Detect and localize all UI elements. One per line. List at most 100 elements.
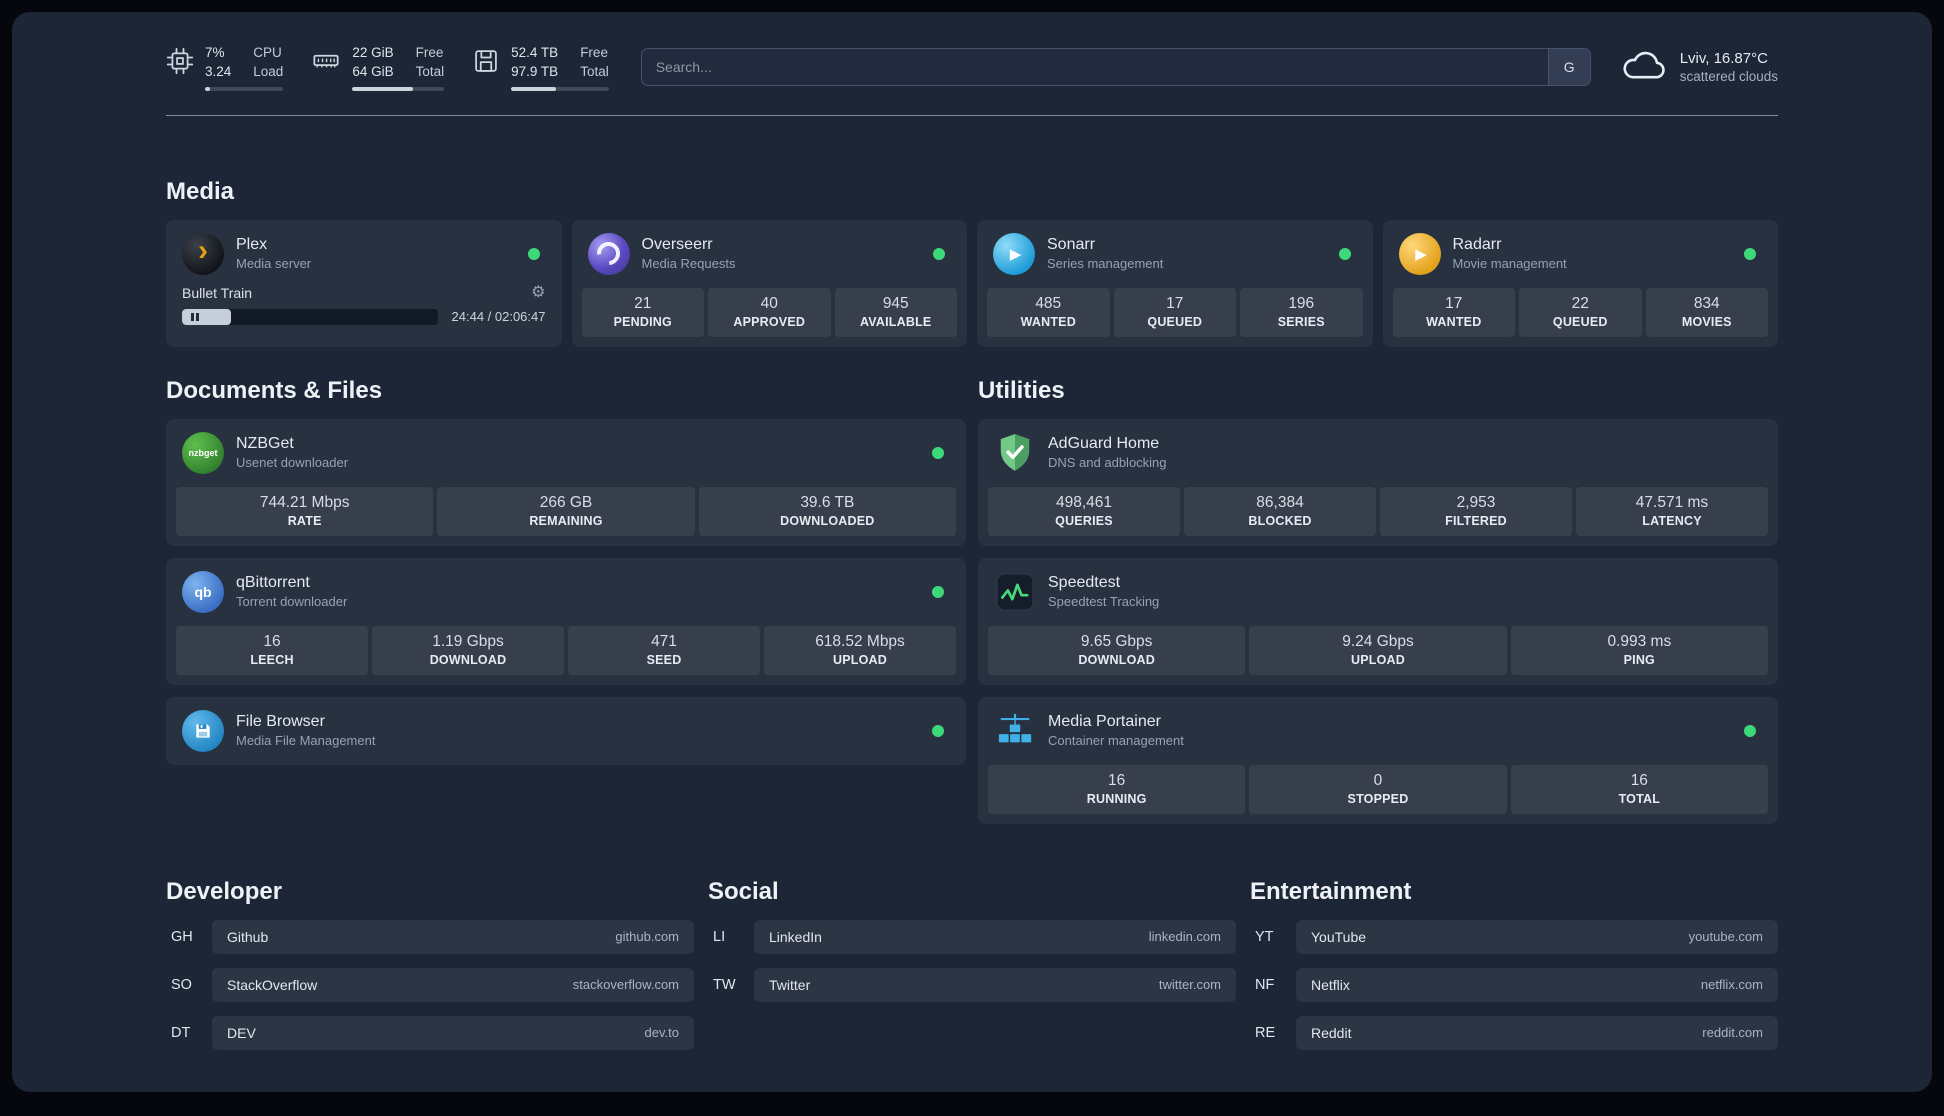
bookmark-twitter[interactable]: TW Twitter twitter.com bbox=[708, 967, 1236, 1002]
service-link-plex[interactable]: › Plex Media server bbox=[176, 230, 552, 278]
service-name: qBittorrent bbox=[236, 574, 310, 592]
service-info: Radarr Movie management bbox=[1453, 236, 1567, 271]
service-desc: Usenet downloader bbox=[236, 455, 349, 471]
search-box: G bbox=[640, 48, 1591, 87]
stat-value: 485 bbox=[1035, 294, 1062, 312]
stat-value: 0.993 ms bbox=[1607, 632, 1672, 650]
service-link-speedtest[interactable]: Speedtest Speedtest Tracking bbox=[988, 568, 1768, 616]
stat-label: PENDING bbox=[613, 314, 672, 329]
stat-upload: 9.24 Gbps UPLOAD bbox=[1249, 625, 1507, 675]
service-link-nzbget[interactable]: nzbget NZBGet Usenet downloader bbox=[176, 429, 956, 477]
memory-total: 64 GiB bbox=[352, 63, 394, 79]
stat-queued: 22 QUEUED bbox=[1519, 287, 1642, 337]
cpu-label: CPU bbox=[253, 45, 282, 60]
bookmark-dev[interactable]: DT DEV dev.to bbox=[166, 1015, 694, 1050]
bookmark-abbr: RE bbox=[1255, 1024, 1276, 1041]
service-card-filebrowser: File Browser Media File Management bbox=[166, 696, 966, 765]
stat-label: RUNNING bbox=[1086, 791, 1147, 806]
bookmark-abbr: NF bbox=[1255, 976, 1275, 993]
service-card-plex: › Plex Media server Bullet Train ⚙ 24:44… bbox=[166, 219, 562, 347]
service-name: Overseerr bbox=[641, 236, 713, 254]
search-provider-button[interactable]: G bbox=[1547, 49, 1590, 86]
stat-total: 16 TOTAL bbox=[1510, 764, 1768, 814]
bookmark-url: stackoverflow.com bbox=[572, 977, 679, 993]
bookmark-youtube[interactable]: YT YouTube youtube.com bbox=[1250, 919, 1778, 954]
overseerr-icon bbox=[587, 232, 630, 275]
utilities-cards: AdGuard Home DNS and adblocking 498,461 … bbox=[978, 418, 1778, 824]
stats-row: 17 WANTED 22 QUEUED 834 MOVIES bbox=[1392, 287, 1768, 337]
bookmark-stackoverflow[interactable]: SO StackOverflow stackoverflow.com bbox=[166, 967, 694, 1002]
bookmark-linkedin[interactable]: LI LinkedIn linkedin.com bbox=[708, 919, 1236, 954]
bookmark-github[interactable]: GH Github github.com bbox=[166, 919, 694, 954]
stat-series: 196 SERIES bbox=[1240, 287, 1363, 337]
section-documents: Documents & Files nzbget NZBGet Usenet d… bbox=[166, 377, 966, 765]
service-link-sonarr[interactable]: ▶ Sonarr Series management bbox=[987, 230, 1363, 278]
bookmark-url: netflix.com bbox=[1700, 977, 1763, 993]
stat-value: 47.571 ms bbox=[1635, 493, 1709, 511]
service-info: Overseerr Media Requests bbox=[642, 236, 736, 271]
bookmark-reddit[interactable]: RE Reddit reddit.com bbox=[1250, 1015, 1778, 1050]
stat-label: SERIES bbox=[1277, 314, 1325, 329]
stat-value: 16 bbox=[1108, 771, 1126, 789]
playback-progress-fill bbox=[182, 308, 231, 325]
bookmark-name: Netflix bbox=[1311, 976, 1350, 993]
service-info: Speedtest Speedtest Tracking bbox=[1048, 574, 1159, 609]
stat-filtered: 2,953 FILTERED bbox=[1380, 486, 1572, 536]
bookmark-abbr: SO bbox=[171, 976, 192, 993]
stats-row: 21 PENDING 40 APPROVED 945 AVAILABLE bbox=[581, 287, 957, 337]
stat-leech: 16 LEECH bbox=[176, 625, 368, 675]
stat-label: DOWNLOAD bbox=[429, 652, 507, 667]
search-input[interactable] bbox=[641, 49, 1548, 86]
service-link-adguard[interactable]: AdGuard Home DNS and adblocking bbox=[988, 429, 1768, 477]
bookmark-url: twitter.com bbox=[1158, 977, 1221, 993]
bookmark-name: DEV bbox=[227, 1024, 256, 1041]
service-link-filebrowser[interactable]: File Browser Media File Management bbox=[176, 707, 956, 755]
service-desc: DNS and adblocking bbox=[1048, 455, 1167, 471]
disk-free: 52.4 TB bbox=[511, 45, 559, 60]
cpu-percent: 7% bbox=[205, 45, 225, 60]
stat-value: 9.24 Gbps bbox=[1342, 632, 1414, 650]
service-link-overseerr[interactable]: Overseerr Media Requests bbox=[582, 230, 958, 278]
bookmark-name: Reddit bbox=[1311, 1024, 1352, 1041]
stat-label: UPLOAD bbox=[1351, 652, 1405, 667]
playback-time: 24:44 / 02:06:47 bbox=[451, 309, 546, 325]
stats-row: 744.21 Mbps RATE 266 GB REMAINING 39.6 T… bbox=[176, 486, 956, 536]
service-card-speedtest: Speedtest Speedtest Tracking 9.65 Gbps D… bbox=[978, 557, 1778, 685]
disk-readout: 52.4 TB Free 97.9 TB Total bbox=[511, 44, 609, 91]
stat-latency: 47.571 ms LATENCY bbox=[1576, 486, 1768, 536]
memory-total-label: Total bbox=[415, 63, 445, 79]
cpu-widget: 7% CPU 3.24 Load bbox=[166, 44, 284, 91]
status-dot bbox=[932, 446, 944, 459]
stat-value: 86,384 bbox=[1256, 493, 1304, 511]
qbittorrent-icon: qb bbox=[182, 570, 224, 613]
service-card-adguard: AdGuard Home DNS and adblocking 498,461 … bbox=[978, 418, 1778, 546]
bookmark-name: LinkedIn bbox=[769, 928, 822, 945]
bookmark-netflix[interactable]: NF Netflix netflix.com bbox=[1250, 967, 1778, 1002]
service-name: Speedtest bbox=[1048, 574, 1121, 592]
pause-icon[interactable] bbox=[191, 312, 199, 321]
stat-movies: 834 MOVIES bbox=[1645, 287, 1768, 337]
section-utilities: Utilities AdGuard Home DNS and adblockin… bbox=[978, 377, 1778, 824]
service-info: qBittorrent Torrent downloader bbox=[236, 574, 347, 609]
now-playing-row: Bullet Train ⚙ bbox=[182, 284, 546, 301]
media-cards: › Plex Media server Bullet Train ⚙ 24:44… bbox=[166, 219, 1778, 347]
stat-upload: 618.52 Mbps UPLOAD bbox=[764, 625, 956, 675]
status-dot bbox=[932, 724, 944, 737]
section-title-documents: Documents & Files bbox=[166, 376, 383, 404]
stat-value: 39.6 TB bbox=[800, 493, 855, 511]
playback-progress-bar[interactable] bbox=[182, 308, 438, 325]
service-link-portainer[interactable]: Media Portainer Container management bbox=[988, 707, 1768, 755]
gear-icon[interactable]: ⚙ bbox=[531, 284, 545, 301]
service-desc: Media File Management bbox=[236, 733, 376, 749]
service-link-radarr[interactable]: ▶ Radarr Movie management bbox=[1393, 230, 1769, 278]
memory-free: 22 GiB bbox=[352, 45, 394, 60]
service-link-qbittorrent[interactable]: qb qBittorrent Torrent downloader bbox=[176, 568, 956, 616]
stat-remaining: 266 GB REMAINING bbox=[437, 486, 695, 536]
disk-free-label: Free bbox=[580, 45, 608, 60]
status-dot bbox=[1744, 724, 1756, 737]
stat-value: 498,461 bbox=[1055, 493, 1113, 511]
bookmark-name: YouTube bbox=[1311, 928, 1367, 945]
section-title-utilities: Utilities bbox=[978, 376, 1065, 404]
memory-icon bbox=[311, 47, 341, 80]
stats-row: 498,461 QUERIES 86,384 BLOCKED 2,953 FIL… bbox=[988, 486, 1768, 536]
